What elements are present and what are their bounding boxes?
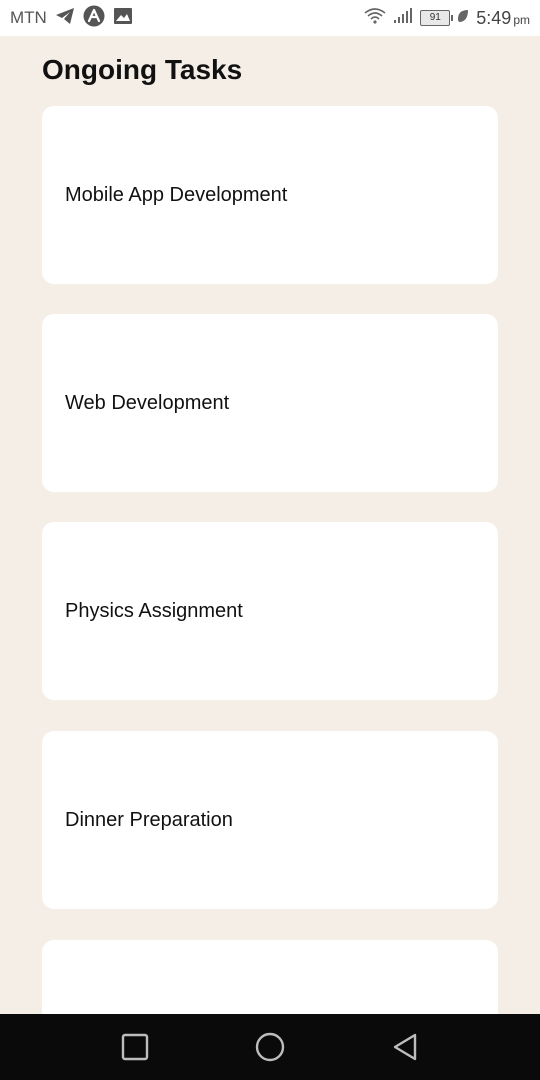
task-card[interactable]: Dinner Preparation <box>42 731 498 909</box>
status-left: MTN <box>10 5 133 32</box>
back-button[interactable] <box>387 1029 423 1065</box>
status-bar: MTN 91 5:49 pm <box>0 0 540 36</box>
task-card[interactable]: Web Development <box>42 314 498 492</box>
wifi-icon <box>364 7 386 30</box>
leaf-icon <box>457 8 469 28</box>
task-label: Mobile App Development <box>65 183 288 206</box>
back-triangle-icon <box>393 1033 417 1061</box>
image-icon <box>113 7 133 30</box>
task-card[interactable] <box>42 940 498 1014</box>
task-card[interactable]: Physics Assignment <box>42 522 498 700</box>
circle-icon <box>255 1032 285 1062</box>
clock-time: 5:49 <box>476 7 512 28</box>
task-list[interactable]: Mobile App Development Web Development P… <box>42 106 498 1014</box>
carrier-name: MTN <box>10 8 47 27</box>
app-a-icon <box>83 5 105 32</box>
task-card[interactable]: Mobile App Development <box>42 106 498 284</box>
task-label: Web Development <box>65 391 230 414</box>
signal-icon <box>393 7 413 29</box>
task-label: Dinner Preparation <box>65 808 233 831</box>
battery-icon: 91 <box>420 10 454 26</box>
recent-apps-button[interactable] <box>117 1029 153 1065</box>
clock-ampm: pm <box>513 12 530 27</box>
home-button[interactable] <box>252 1029 288 1065</box>
status-right: 91 5:49 pm <box>364 7 530 29</box>
telegram-icon <box>55 7 75 30</box>
page-title: Ongoing Tasks <box>42 54 243 85</box>
navigation-bar <box>0 1014 540 1080</box>
task-label: Physics Assignment <box>65 599 243 622</box>
square-icon <box>121 1033 149 1061</box>
